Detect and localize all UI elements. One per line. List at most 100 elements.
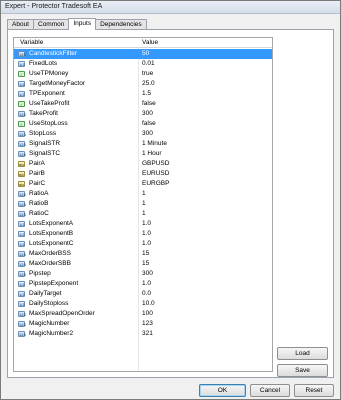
table-row[interactable]: 123 RatioC 1 <box>14 209 272 219</box>
table-row[interactable]: 123 RatioB 1 <box>14 199 272 209</box>
integer-type-icon: 123 <box>18 211 26 217</box>
variable-value[interactable]: 1 Minute <box>142 139 167 149</box>
tab-inputs[interactable]: Inputs <box>68 18 97 30</box>
table-row[interactable]: 123 RatioA 1 <box>14 189 272 199</box>
variable-name: MagicNumber <box>29 320 70 327</box>
variable-name: FixedLots <box>29 60 58 67</box>
variable-value[interactable]: 300 <box>142 269 153 279</box>
column-header-value[interactable]: Value <box>142 39 158 46</box>
double-type-icon: 1/2 <box>18 81 25 87</box>
variable-value[interactable]: 300 <box>142 129 153 139</box>
table-row[interactable]: 1/2 DailyStoploss 10.0 <box>14 299 272 309</box>
boolean-type-icon: ✓ <box>18 71 25 77</box>
double-type-icon: 1/2 <box>18 301 25 307</box>
table-row[interactable]: 123 MagicNumber 123 <box>14 319 272 329</box>
ok-button[interactable]: OK <box>199 384 246 397</box>
double-type-icon: 1/2 <box>18 221 25 227</box>
table-row[interactable]: ab PairB EURUSD <box>14 169 272 179</box>
integer-type-icon: 123 <box>18 311 26 317</box>
variable-value[interactable]: 1 Hour <box>142 149 162 159</box>
variable-name: UseTakeProfit <box>29 100 70 107</box>
variable-name: DailyTarget <box>29 290 62 297</box>
variable-value[interactable]: 300 <box>142 109 153 119</box>
variable-value[interactable]: 1.5 <box>142 89 151 99</box>
variable-value[interactable]: 1 <box>142 209 146 219</box>
boolean-type-icon: ✓ <box>18 101 25 107</box>
table-row[interactable]: 123 StopLoss 300 <box>14 129 272 139</box>
table-row[interactable]: 123 MagicNumber2 321 <box>14 329 272 339</box>
variable-name: RatioA <box>29 190 49 197</box>
table-row[interactable]: 123 Pipstep 300 <box>14 269 272 279</box>
variable-value[interactable]: 15 <box>142 249 149 259</box>
variable-value[interactable]: 50 <box>142 49 149 59</box>
double-type-icon: 1/2 <box>18 231 25 237</box>
double-type-icon: 1/2 <box>18 281 25 287</box>
variable-name: Pipstep <box>29 270 51 277</box>
table-row[interactable]: 1/2 LotsExponentB 1.0 <box>14 229 272 239</box>
table-row[interactable]: 123 SignalSTR 1 Minute <box>14 139 272 149</box>
variable-name: RatioC <box>29 210 49 217</box>
variable-value[interactable]: 1 <box>142 199 146 209</box>
table-row[interactable]: 123 TakeProfit 300 <box>14 109 272 119</box>
variable-name: DailyStoploss <box>29 300 69 307</box>
table-row[interactable]: 123 CandlestickFilter 50 <box>14 49 272 59</box>
variable-name: PairA <box>29 160 45 167</box>
variable-value[interactable]: 0.0 <box>142 289 151 299</box>
table-row[interactable]: ✓ UseStopLoss false <box>14 119 272 129</box>
reset-button[interactable]: Reset <box>294 384 334 397</box>
integer-type-icon: 123 <box>18 331 26 337</box>
table-row[interactable]: 123 MaxOrderBSS 15 <box>14 249 272 259</box>
table-row[interactable]: ✓ UseTPMoney true <box>14 69 272 79</box>
variable-value[interactable]: 15 <box>142 259 149 269</box>
variable-value[interactable]: true <box>142 69 153 79</box>
table-header: Variable Value <box>14 38 272 48</box>
table-row[interactable]: 1/2 LotsExponentC 1.0 <box>14 239 272 249</box>
variable-value[interactable]: 25.0 <box>142 79 155 89</box>
save-button[interactable]: Save <box>277 364 328 377</box>
variable-value[interactable]: 321 <box>142 329 153 339</box>
table-row[interactable]: 1/2 DailyTarget 0.0 <box>14 289 272 299</box>
integer-type-icon: 123 <box>18 191 26 197</box>
variable-value[interactable]: 100 <box>142 309 153 319</box>
integer-type-icon: 123 <box>18 251 26 257</box>
title-bar[interactable]: Expert - Protector Tradesoft EA <box>1 1 340 14</box>
variable-value[interactable]: 1.0 <box>142 219 151 229</box>
cancel-button[interactable]: Cancel <box>250 384 290 397</box>
variable-name: LotsExponentC <box>29 240 74 247</box>
table-row[interactable]: ab PairA GBPUSD <box>14 159 272 169</box>
table-row[interactable]: 123 MaxSpreadOpenOrder 100 <box>14 309 272 319</box>
string-type-icon: ab <box>18 181 25 187</box>
inputs-panel: Variable Value 123 CandlestickFilter 50 1/2… <box>7 29 334 378</box>
string-type-icon: ab <box>18 161 25 167</box>
table-row[interactable]: ✓ UseTakeProfit false <box>14 99 272 109</box>
integer-type-icon: 123 <box>18 261 26 267</box>
table-row[interactable]: 1/2 TargetMoneyFactor 25.0 <box>14 79 272 89</box>
integer-type-icon: 123 <box>18 201 26 207</box>
variable-value[interactable]: false <box>142 119 156 129</box>
variable-value[interactable]: 1.0 <box>142 279 151 289</box>
variable-value[interactable]: EURGBP <box>142 179 169 189</box>
table-row[interactable]: 123 SignalSTC 1 Hour <box>14 149 272 159</box>
variable-value[interactable]: 1.0 <box>142 229 151 239</box>
integer-type-icon: 123 <box>18 131 26 137</box>
table-row[interactable]: 123 MaxOrderSBB 15 <box>14 259 272 269</box>
variable-value[interactable]: 1 <box>142 189 146 199</box>
table-row[interactable]: ab PairC EURGBP <box>14 179 272 189</box>
variable-value[interactable]: false <box>142 99 156 109</box>
variable-value[interactable]: 1.0 <box>142 239 151 249</box>
window-title: Expert - Protector Tradesoft EA <box>5 3 103 10</box>
variable-value[interactable]: 10.0 <box>142 299 155 309</box>
inputs-table: Variable Value 123 CandlestickFilter 50 1/2… <box>13 37 273 372</box>
table-row[interactable]: 1/2 TPExponent 1.5 <box>14 89 272 99</box>
boolean-type-icon: ✓ <box>18 121 25 127</box>
column-header-variable[interactable]: Variable <box>20 39 43 46</box>
variable-value[interactable]: EURUSD <box>142 169 169 179</box>
variable-name: SignalSTR <box>29 140 61 147</box>
variable-value[interactable]: 123 <box>142 319 153 329</box>
variable-value[interactable]: 0.01 <box>142 59 155 69</box>
table-row[interactable]: 1/2 PipstepExponent 1.0 <box>14 279 272 289</box>
load-button[interactable]: Load <box>277 347 328 360</box>
table-row[interactable]: 1/2 LotsExponentA 1.0 <box>14 219 272 229</box>
table-row[interactable]: 1/2 FixedLots 0.01 <box>14 59 272 69</box>
variable-value[interactable]: GBPUSD <box>142 159 169 169</box>
